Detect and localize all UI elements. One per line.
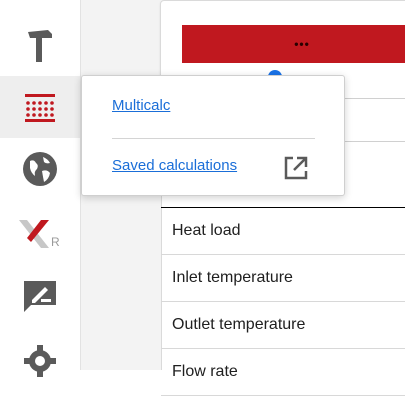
- sidebar: R: [0, 0, 80, 377]
- globe-icon: [22, 151, 58, 187]
- sidebar-item-xr[interactable]: R: [0, 203, 80, 265]
- table-row[interactable]: Inlet temperature: [161, 255, 405, 302]
- sidebar-item-globe[interactable]: [0, 138, 80, 200]
- sidebar-item-settings[interactable]: [0, 330, 80, 392]
- gear-icon: [22, 343, 58, 379]
- menu-divider: [112, 138, 315, 139]
- calculators-menu: Multicalc Saved calculations: [81, 75, 345, 196]
- table-row[interactable]: Heat load: [161, 208, 405, 255]
- saved-calculations-link[interactable]: Saved calculations: [112, 157, 237, 174]
- primary-action-button[interactable]: •••: [182, 25, 405, 63]
- value-field[interactable]: [338, 98, 405, 142]
- table-row[interactable]: Flow rate: [161, 349, 405, 396]
- xr-logo-icon: R: [17, 216, 63, 252]
- sidebar-item-calculators[interactable]: [0, 76, 80, 138]
- open-in-new-icon[interactable]: [283, 155, 309, 181]
- edit-message-icon: [22, 279, 58, 313]
- hammer-icon: [22, 26, 58, 64]
- multicalc-link[interactable]: Multicalc: [112, 97, 170, 114]
- svg-text:R: R: [51, 235, 60, 249]
- table-row[interactable]: Outlet temperature: [161, 302, 405, 349]
- sidebar-item-feedback[interactable]: [0, 265, 80, 327]
- calculator-grid-icon: [23, 90, 57, 124]
- sidebar-item-tools[interactable]: [0, 14, 80, 76]
